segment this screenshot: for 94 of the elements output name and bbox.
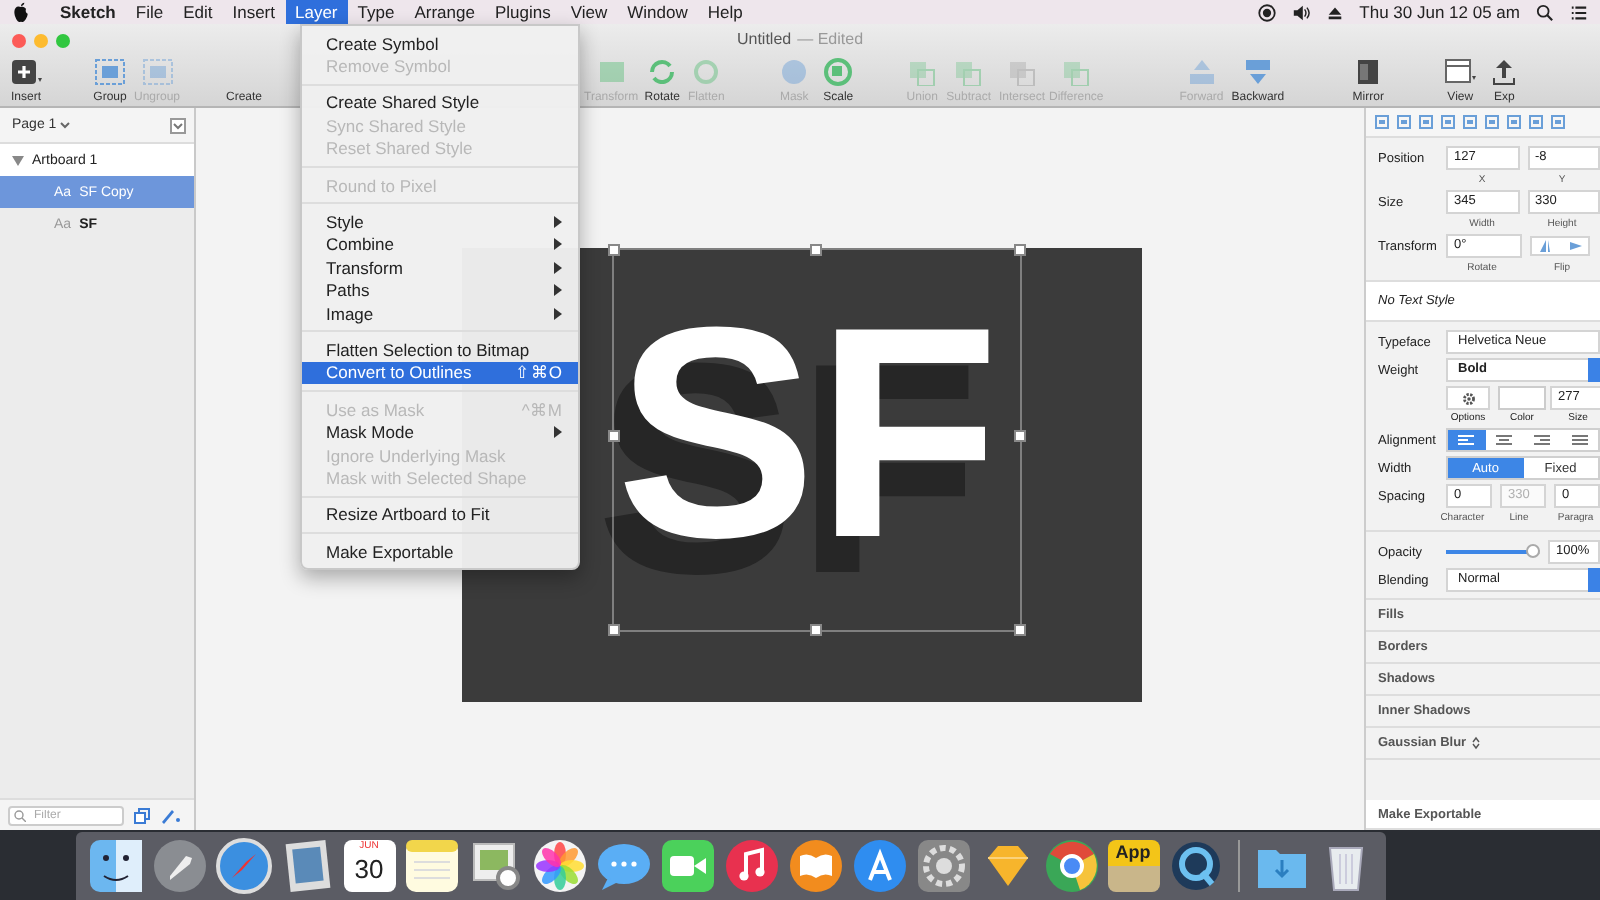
- close-button[interactable]: [12, 34, 26, 48]
- copy-icon[interactable]: [134, 807, 150, 823]
- smiling-face-icon[interactable]: [87, 838, 143, 894]
- menu-item[interactable]: Create Symbol: [302, 32, 578, 55]
- disclosure-triangle-icon[interactable]: [12, 155, 24, 165]
- circle-icon: [778, 58, 811, 86]
- shortcut-label: ⇧⌘O: [514, 362, 562, 383]
- rotate-arrows-icon: [646, 58, 679, 86]
- menu-item[interactable]: Help: [697, 0, 753, 24]
- chevron-down-icon[interactable]: [60, 121, 71, 129]
- resize-handle[interactable]: [1014, 430, 1026, 442]
- grouped-squares-icon: [141, 58, 173, 86]
- align-icon[interactable]: [1462, 114, 1478, 130]
- menu-item[interactable]: View: [560, 0, 618, 24]
- calendar-day: 30: [354, 854, 384, 886]
- menu-item[interactable]: Window: [617, 0, 698, 24]
- tricolor-circle-icon[interactable]: [1043, 838, 1099, 894]
- compass-icon[interactable]: [215, 838, 271, 894]
- submenu-arrow-icon: [554, 426, 562, 439]
- grouped-squares-icon: [94, 58, 126, 86]
- app-label: App: [1115, 840, 1151, 866]
- resize-handle[interactable]: [810, 244, 822, 256]
- edited-status: — Edited: [797, 30, 864, 48]
- resize-handle[interactable]: [1014, 624, 1026, 636]
- overlapping-squares-icon: [906, 58, 939, 86]
- layer-up-icon: [1185, 58, 1218, 86]
- record-icon[interactable]: [1257, 3, 1276, 21]
- menu-item[interactable]: Insert: [222, 0, 285, 24]
- menu-item[interactable]: File: [125, 0, 174, 24]
- square-icon: [595, 58, 628, 86]
- open-book-icon[interactable]: [787, 838, 843, 894]
- video-camera-icon[interactable]: [659, 838, 715, 894]
- gear-icon[interactable]: [915, 838, 971, 894]
- align-icon[interactable]: [1506, 114, 1522, 130]
- menu-item[interactable]: Convert to Outlines ⇧⌘O: [302, 361, 578, 385]
- menu-item[interactable]: Plugins: [484, 0, 561, 24]
- gear-icon: [1461, 391, 1475, 405]
- letter-a-icon[interactable]: [851, 838, 907, 894]
- flower-icon[interactable]: [531, 838, 587, 894]
- overlapping-squares-icon: [952, 58, 985, 86]
- align-icon[interactable]: [1374, 114, 1390, 130]
- window-icon: [1444, 58, 1477, 86]
- list-icon[interactable]: [1570, 3, 1588, 21]
- resize-handle[interactable]: [608, 430, 620, 442]
- upload-icon: [1488, 58, 1521, 86]
- resize-handle[interactable]: [810, 624, 822, 636]
- options-button[interactable]: [1446, 386, 1490, 410]
- layer-down-icon: [1241, 58, 1274, 86]
- speech-bubble-icon[interactable]: [595, 838, 651, 894]
- align-icon[interactable]: [1440, 114, 1456, 130]
- align-icon[interactable]: [1550, 114, 1566, 130]
- speaker-icon[interactable]: [1291, 3, 1310, 21]
- text-align-icon: [1571, 434, 1588, 446]
- menu-item[interactable]: Arrange: [404, 0, 485, 24]
- notepad-icon[interactable]: [403, 838, 459, 894]
- letter-q-icon[interactable]: [1167, 838, 1223, 894]
- pen-icon[interactable]: [160, 807, 180, 823]
- align-icon[interactable]: [1528, 114, 1544, 130]
- clock[interactable]: Thu 30 Jun 12 05 am: [1359, 2, 1520, 22]
- menu-item[interactable]: Style: [302, 210, 578, 234]
- menu-item[interactable]: Create Shared Style: [302, 91, 578, 115]
- collapse-panel-icon[interactable]: [170, 117, 186, 133]
- slider-thumb[interactable]: [1525, 544, 1540, 558]
- align-icon[interactable]: [1396, 114, 1412, 130]
- resize-handle[interactable]: [608, 244, 620, 256]
- eject-icon[interactable]: [1325, 3, 1344, 21]
- overlapping-squares-icon: [1060, 58, 1093, 86]
- align-icon[interactable]: [1484, 114, 1500, 130]
- text-align-icon: [1533, 434, 1550, 446]
- ring-icon: [690, 58, 723, 86]
- photo-magnifier-icon[interactable]: [467, 838, 523, 894]
- resize-handle[interactable]: [1014, 244, 1026, 256]
- music-note-icon[interactable]: [723, 838, 779, 894]
- text-align-icon: [1458, 434, 1475, 446]
- app-menu[interactable]: Sketch: [50, 0, 126, 24]
- menu-item[interactable]: Type: [347, 0, 405, 24]
- text-align-icon: [1496, 434, 1513, 446]
- apple-logo-icon[interactable]: [12, 2, 30, 22]
- app-card-icon[interactable]: App: [1107, 840, 1159, 892]
- canvas-text[interactable]: SF: [616, 282, 1000, 582]
- overlapping-squares-icon: [1006, 58, 1038, 86]
- menu-item[interactable]: Layer: [285, 0, 348, 24]
- plus-icon: [10, 58, 42, 86]
- menu-item[interactable]: Edit: [173, 0, 223, 24]
- flip-buttons-icon[interactable]: [1530, 236, 1590, 256]
- up-down-arrow-icon: [1472, 736, 1481, 750]
- window-title: Untitled: [736, 30, 792, 48]
- resize-handle[interactable]: [608, 624, 620, 636]
- search-icon[interactable]: [1536, 3, 1554, 21]
- alignment-button[interactable]: [1448, 430, 1486, 450]
- selection-box[interactable]: [612, 248, 1022, 632]
- align-icon[interactable]: [1418, 114, 1434, 130]
- scale-icon: [822, 58, 855, 86]
- color-swatch[interactable]: [1498, 386, 1546, 410]
